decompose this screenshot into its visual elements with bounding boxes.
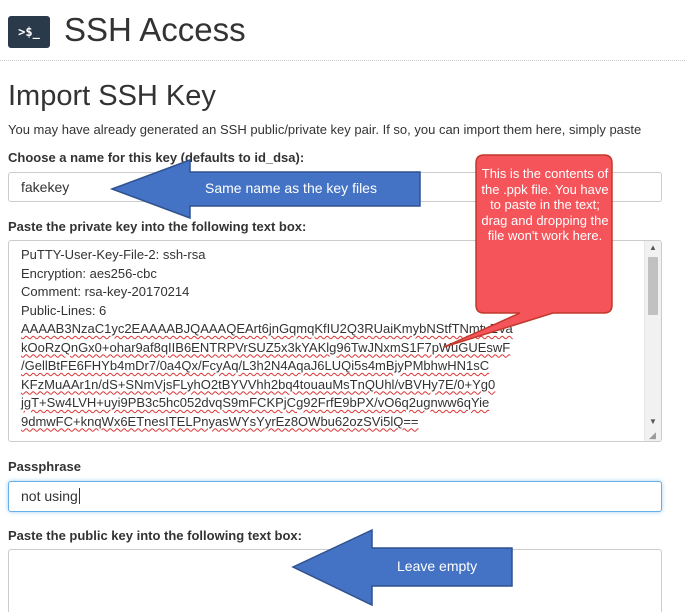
ssh-access-page: >$_ SSH Access Import SSH Key You may ha… <box>0 0 685 612</box>
private-key-line: AAAAB3NzaC1yc2EAAAABJQAAAQEArt6jnGqmqKfI… <box>21 321 513 336</box>
private-key-scrollbar[interactable]: ▲ ▼ <box>644 241 661 441</box>
page-header: >$_ SSH Access <box>8 8 246 52</box>
private-key-textarea[interactable]: PuTTY-User-Key-File-2: ssh-rsa Encryption… <box>8 240 662 442</box>
section-title: Import SSH Key <box>8 80 216 112</box>
public-key-label: Paste the public key into the following … <box>8 528 302 543</box>
passphrase-value: not using <box>21 488 78 504</box>
intro-text: You may have already generated an SSH pu… <box>8 122 642 137</box>
private-key-line: Encryption: aes256-cbc <box>21 265 157 281</box>
ppk-callout-text: This is the contents of the .ppk file. Y… <box>481 166 609 243</box>
private-key-line: 9dmwFC+knqWx6ETnesITELPnyasWYsYyrEz8OWbu… <box>21 413 419 429</box>
private-key-content: PuTTY-User-Key-File-2: ssh-rsa Encryption… <box>9 241 661 431</box>
private-key-label: Paste the private key into the following… <box>8 219 307 234</box>
private-key-line: /GellBtFE6FHYb4mDr7/0a4Qx/FcyAq/L3h2N4Aq… <box>21 358 490 373</box>
private-key-line: Public-Lines: 6 <box>21 302 107 318</box>
name-annotation-text: Same name as the key files <box>205 180 377 196</box>
page-title: SSH Access <box>64 11 246 48</box>
public-key-textarea[interactable] <box>8 549 662 612</box>
private-key-line: jgT+Sw4LVH+uyi9PB3c5hc052dvqS9mFCKPjCg92… <box>21 395 490 410</box>
private-key-line: Comment: rsa-key-20170214 <box>21 284 190 299</box>
passphrase-label: Passphrase <box>8 459 81 474</box>
text-cursor <box>78 488 80 504</box>
scroll-down-icon[interactable]: ▼ <box>645 415 661 429</box>
resize-grip-icon[interactable]: ◢ <box>649 430 659 440</box>
header-divider <box>0 60 685 61</box>
private-key-line: KFzMuAAr1n/dS+SNmVjsFLyhO2tBYVVhh2bq4tou… <box>21 376 496 392</box>
terminal-icon: >$_ <box>8 16 50 48</box>
private-key-line: kOoRzQnGx0+ohar9af8qIIB6ENTRPVrSUZ5x3kYA… <box>21 339 511 355</box>
scroll-thumb[interactable] <box>648 257 658 315</box>
scroll-up-icon[interactable]: ▲ <box>645 241 661 255</box>
key-name-label: Choose a name for this key (defaults to … <box>8 150 305 165</box>
private-key-line: PuTTY-User-Key-File-2: ssh-rsa <box>21 247 206 262</box>
passphrase-input[interactable]: not using <box>8 481 662 512</box>
public-key-annotation-text: Leave empty <box>397 558 478 574</box>
